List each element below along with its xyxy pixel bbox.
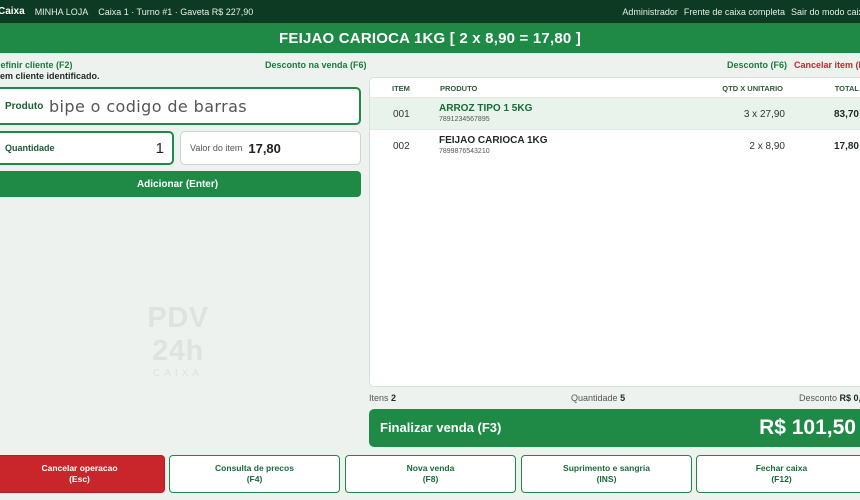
items-count-value: 2 <box>391 393 397 403</box>
add-item-button[interactable]: Adicionar (Enter) <box>0 171 361 197</box>
finalize-sale-button[interactable]: Finalizar venda (F3) R$ 101,50 <box>369 409 860 447</box>
quantity-total-label: Quantidade <box>571 393 618 403</box>
button-label: Suprimento e sangria <box>563 463 650 473</box>
table-row[interactable]: 001 ARROZ TIPO 1 5KG 7891234567895 3 x 2… <box>370 97 860 129</box>
button-label: Cancelar operacao <box>41 463 118 473</box>
button-shortcut: (F12) <box>771 474 792 484</box>
new-sale-button[interactable]: Nova venda (F8) <box>345 455 516 493</box>
button-label: Nova venda <box>406 463 455 473</box>
quantity-value[interactable]: 1 <box>156 140 164 157</box>
watermark-title: PDV 24h <box>147 302 209 367</box>
button-label: Fechar caixa <box>755 463 808 473</box>
product-field[interactable]: Produto <box>0 87 361 125</box>
button-shortcut: (F4) <box>246 474 263 484</box>
row-product-name: ARROZ TIPO 1 5KG <box>439 103 533 114</box>
row-item-number: 001 <box>393 109 410 120</box>
top-links: Administrador Frente de caixa completa S… <box>622 0 860 23</box>
table-row[interactable]: 002 FEIJAO CARIOCA 1KG 7899876543210 2 x… <box>370 129 860 161</box>
sale-total-amount: R$ 101,50 <box>759 416 856 439</box>
row-total: 83,70 <box>833 109 859 120</box>
item-discount-link[interactable]: Desconto (F6) <box>727 60 787 70</box>
cash-in-out-button[interactable]: Suprimento e sangria (INS) <box>521 455 692 493</box>
button-shortcut: (F8) <box>422 474 439 484</box>
items-table: ITEM PRODUTO QTD X UNITARIO TOTAL 001 AR… <box>369 77 860 387</box>
top-bar: Caixa MINHA LOJA Caixa 1 · Turno #1 · Ga… <box>0 0 860 23</box>
button-shortcut: (INS) <box>596 474 617 484</box>
cancel-operation-button[interactable]: Cancelar operacao (Esc) <box>0 455 165 493</box>
item-value: 17,80 <box>248 140 281 156</box>
row-total: 17,80 <box>833 141 859 152</box>
exit-cashier-mode-link[interactable]: Sair do modo caixa <box>791 7 860 17</box>
items-count-label: Itens <box>369 393 389 403</box>
item-value-label: Valor do item <box>190 143 243 153</box>
product-label: Produto <box>5 100 44 112</box>
price-lookup-button[interactable]: Consulta de precos (F4) <box>169 455 340 493</box>
col-total: TOTAL <box>834 84 859 93</box>
quantity-total: Quantidade 5 <box>571 393 625 403</box>
sale-discount-link[interactable]: Desconto na venda (F6) <box>265 60 367 70</box>
admin-link[interactable]: Administrador <box>622 7 678 17</box>
quantity-total-value: 5 <box>620 393 626 403</box>
cancel-item-link[interactable]: Cancelar item (F7) <box>794 60 860 70</box>
button-label: Consulta de precos <box>215 463 294 473</box>
barcode-input[interactable] <box>49 96 349 116</box>
col-product: PRODUTO <box>440 84 478 93</box>
row-item-number: 002 <box>393 141 410 152</box>
app-brand: Caixa <box>0 6 25 17</box>
discount-total-label: Desconto <box>799 393 838 403</box>
row-qty: 2 x 8,90 <box>749 141 785 152</box>
watermark-subtitle: CAIXA <box>152 368 203 379</box>
discount-total-value: R$ 0,00 <box>839 393 860 403</box>
discount-total: Desconto R$ 0,00 <box>799 393 860 403</box>
close-register-button[interactable]: Fechar caixa (F12) <box>696 455 860 493</box>
finalize-label: Finalizar venda (F3) <box>380 420 502 435</box>
client-status: Sem cliente identificado. <box>0 71 100 81</box>
last-item-banner: FEIJAO CARIOCA 1KG [ 2 x 8,90 = 17,80 ] <box>0 23 860 53</box>
watermark-logo: PDV 24h CAIXA <box>119 302 237 379</box>
row-barcode: 7899876543210 <box>439 148 490 155</box>
items-count: Itens 2 <box>369 393 396 403</box>
button-shortcut: (Esc) <box>69 474 90 484</box>
row-product-name: FEIJAO CARIOCA 1KG <box>439 135 548 146</box>
full-checkout-link[interactable]: Frente de caixa completa <box>684 7 785 17</box>
quantity-label: Quantidade <box>5 143 55 153</box>
col-item: ITEM <box>392 84 410 93</box>
row-qty: 3 x 27,90 <box>743 109 785 120</box>
store-name: MINHA LOJA <box>34 6 89 17</box>
col-qty-unit: QTD X UNITARIO <box>722 84 783 93</box>
table-header: ITEM PRODUTO QTD X UNITARIO TOTAL <box>370 78 860 97</box>
item-value-box: Valor do item 17,80 <box>180 131 361 165</box>
define-client-link[interactable]: Definir cliente (F2) <box>0 60 73 70</box>
session-info: Caixa 1 · Turno #1 · Gaveta R$ 227,90 <box>98 6 254 17</box>
row-barcode: 7891234567895 <box>439 116 490 123</box>
quantity-field[interactable]: Quantidade 1 <box>0 131 174 165</box>
